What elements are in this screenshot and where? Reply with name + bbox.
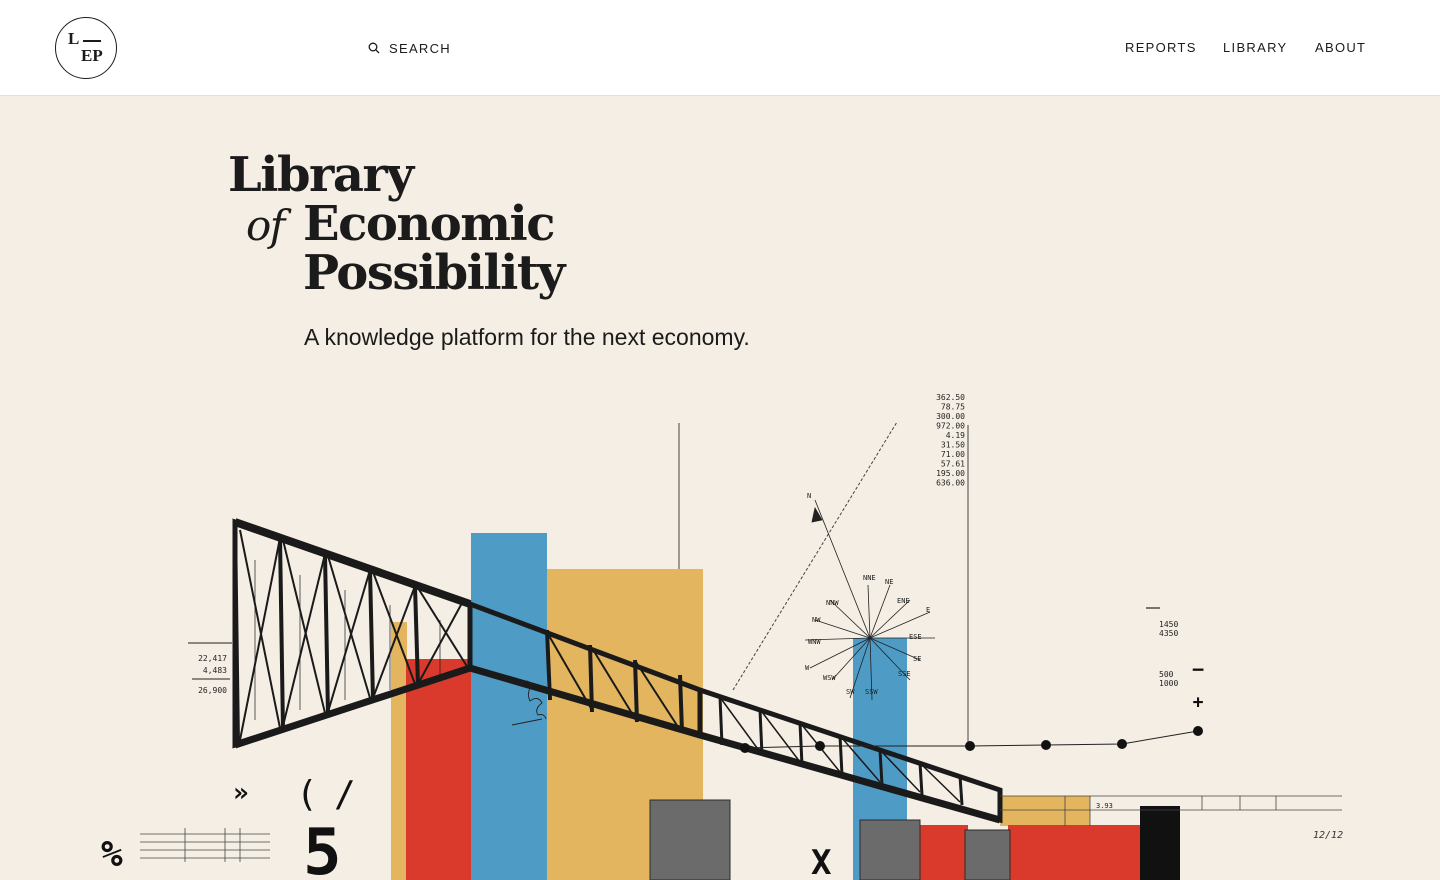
red-wide-bar: [1008, 825, 1140, 880]
minus-sign: −: [1192, 657, 1204, 681]
quote-glyph: »: [233, 778, 249, 808]
ledger-value: 4,483: [203, 666, 227, 675]
lep-logo[interactable]: L EP: [55, 17, 117, 79]
search-icon: [368, 42, 380, 54]
stone-pier-right: [964, 829, 1011, 880]
top-navigation-bar: L EP SEARCH REPORTS LIBRARY ABOUT: [0, 0, 1440, 96]
search-label: SEARCH: [389, 40, 451, 56]
compass-label-wsw: WSW: [823, 674, 836, 682]
compass-label-n: N: [807, 492, 811, 500]
hero-title-of: of: [246, 201, 285, 250]
plot-point: [1117, 739, 1127, 749]
plot-point: [740, 743, 750, 753]
logo-letters-ep: EP: [81, 46, 103, 65]
compass-label-ese: ESE: [909, 633, 922, 641]
right-figure: 1000: [1159, 679, 1178, 688]
figures-column: 362.50 78.75 300.00 972.00 4.19 31.50 71…: [936, 393, 965, 488]
compass-label-wnw: WNW: [808, 638, 821, 646]
yellow-small-bar: [1000, 796, 1090, 826]
ledger-total: 26,900: [198, 686, 227, 695]
compass-label-ssw: SSW: [865, 688, 878, 696]
compass-label-sse: SSE: [898, 670, 911, 678]
blue-bar: [471, 533, 547, 880]
red-bar: [406, 659, 472, 880]
nav-about[interactable]: ABOUT: [1315, 38, 1366, 58]
figure-value: 636.00: [936, 479, 965, 488]
hero-title-line-3: Possibility: [303, 245, 565, 301]
yellow-sliver-bar: [391, 622, 407, 880]
figure-value: 31.50: [941, 441, 965, 450]
x-glyph: X: [811, 843, 832, 880]
ruled-grid-left: [140, 828, 270, 862]
figure-value: 78.75: [941, 403, 965, 412]
five-glyph: 5: [303, 816, 342, 880]
plot-point: [815, 741, 825, 751]
compass-label-nne: NNE: [863, 574, 876, 582]
nav-library[interactable]: LIBRARY: [1223, 38, 1288, 58]
compass-label-ne: NE: [885, 578, 893, 586]
percent-glyph: %: [101, 834, 123, 875]
small-label: 3.93: [1096, 802, 1113, 810]
paren-glyph: (: [296, 774, 318, 815]
stone-pier-middle: [859, 819, 921, 880]
date-mark: 12/12: [1313, 830, 1343, 841]
figure-value: 4.19: [946, 431, 965, 440]
red-small-bar: [918, 825, 968, 880]
figure-value: 195.00: [936, 469, 965, 478]
figure-value: 71.00: [941, 450, 965, 459]
compass-label-se: SE: [913, 655, 921, 663]
compass-label-e: E: [926, 606, 930, 614]
compass-label-nnw: NNW: [826, 599, 839, 607]
plus-sign: +: [1193, 692, 1204, 713]
hero-tagline: A knowledge platform for the next econom…: [304, 324, 750, 350]
black-bar: [1140, 806, 1180, 880]
plot-point: [1041, 740, 1051, 750]
compass-label-ene: ENE: [897, 597, 910, 605]
right-figure: 1450: [1159, 620, 1178, 629]
compass-label-w: W: [805, 664, 810, 672]
right-figure: 4350: [1159, 629, 1178, 638]
compass-label-nw: NW: [812, 616, 821, 624]
compass-label-sw: SW: [846, 688, 855, 696]
slash-glyph: /: [334, 774, 356, 815]
stone-pier-left: [649, 799, 731, 880]
plot-point: [965, 741, 975, 751]
figure-value: 362.50: [936, 393, 965, 402]
nav-reports[interactable]: REPORTS: [1125, 38, 1197, 58]
figure-value: 972.00: [936, 422, 965, 431]
right-figure: 500: [1159, 670, 1174, 679]
hero-illustration: N NNE NE ENE E ESE SE SSE SSW SW WSW W W…: [101, 393, 1343, 880]
ledger-value: 22,417: [198, 654, 227, 663]
figure-value: 57.61: [941, 460, 965, 469]
plot-point: [1193, 726, 1203, 736]
logo-dash: [83, 40, 101, 42]
logo-letter-l: L: [68, 29, 80, 48]
search-button[interactable]: SEARCH: [368, 38, 451, 58]
figure-value: 300.00: [936, 412, 965, 421]
